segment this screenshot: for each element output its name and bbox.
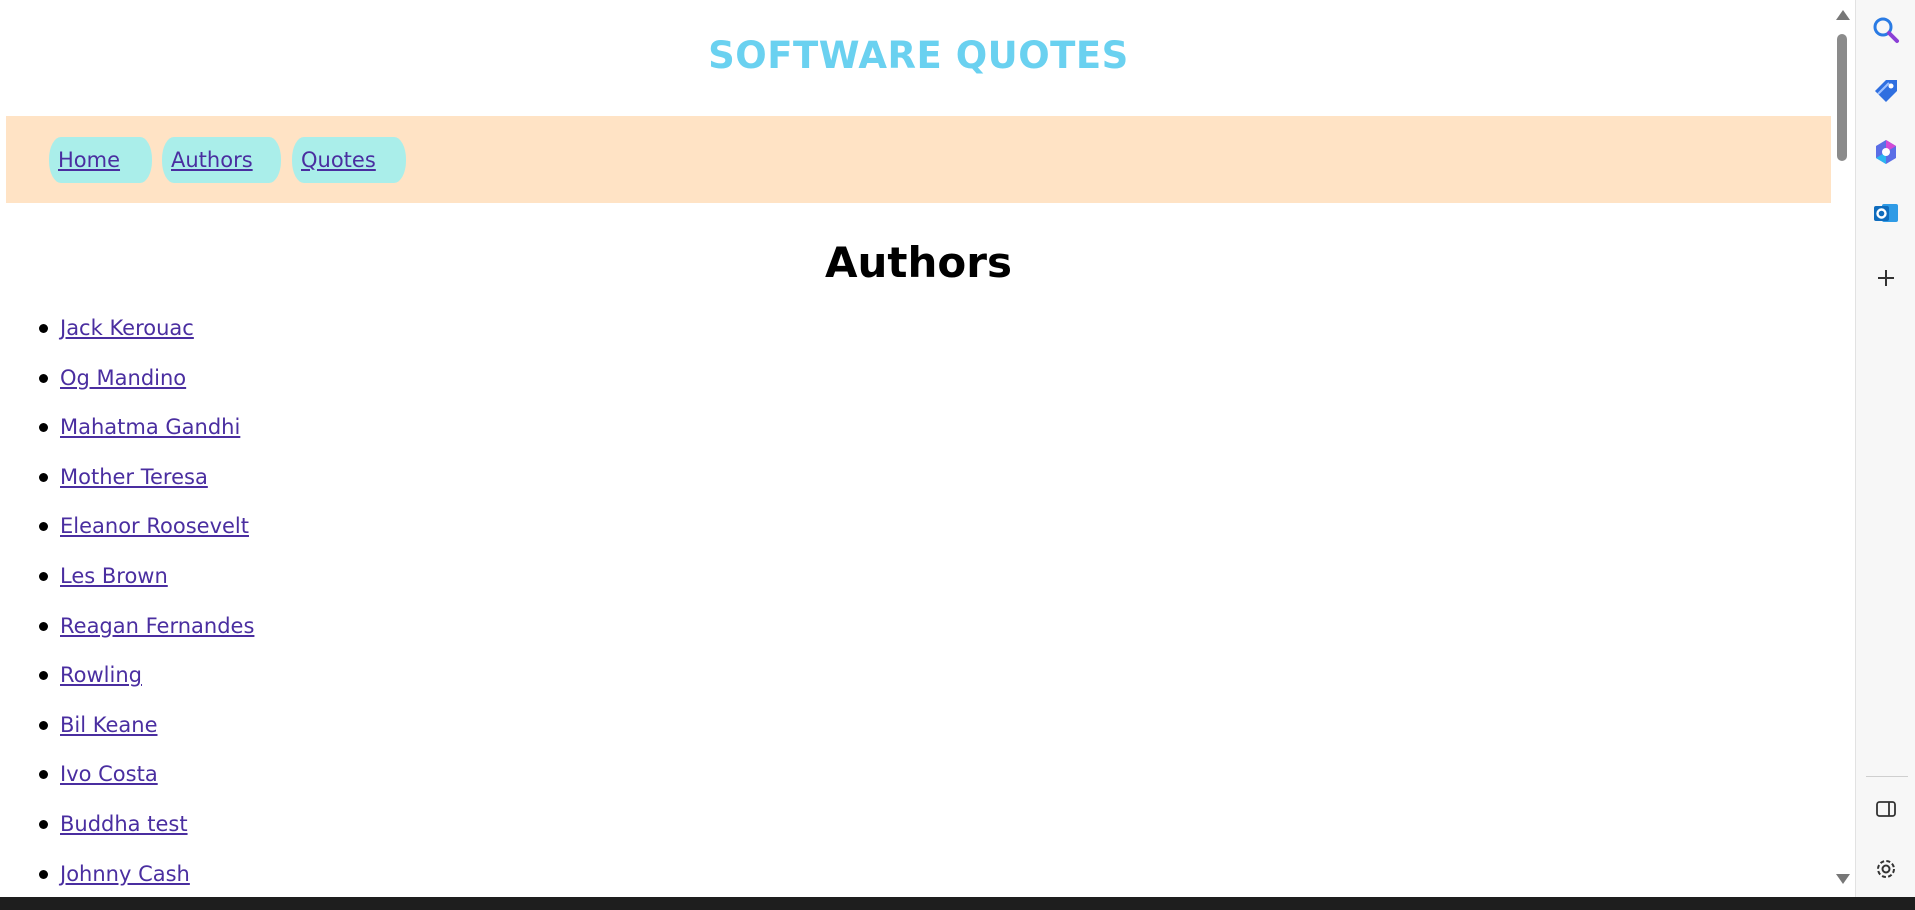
- author-link[interactable]: Les Brown: [60, 560, 168, 592]
- nav-link-home[interactable]: Home: [49, 137, 152, 183]
- sidebar-toggle-icon[interactable]: [1870, 793, 1902, 825]
- add-icon[interactable]: [1870, 262, 1902, 294]
- author-link[interactable]: Bil Keane: [60, 709, 158, 741]
- author-link[interactable]: Mahatma Gandhi: [60, 411, 240, 443]
- bullet: [39, 472, 48, 482]
- scroll-down-arrow[interactable]: [1836, 874, 1850, 884]
- search-icon[interactable]: [1870, 14, 1902, 46]
- nav-link-authors[interactable]: Authors: [162, 137, 281, 183]
- bullet: [39, 770, 48, 780]
- author-link[interactable]: Ivo Costa: [60, 758, 158, 790]
- author-link[interactable]: Rowling: [60, 659, 142, 691]
- browser-sidebar: [1855, 0, 1915, 897]
- bullet: [39, 671, 48, 681]
- bullet: [39, 869, 48, 879]
- bullet: [39, 621, 48, 631]
- nav-link-quotes[interactable]: Quotes: [292, 137, 406, 183]
- author-link[interactable]: Eleanor Roosevelt: [60, 510, 249, 542]
- page-heading: Authors: [825, 238, 1012, 287]
- author-link[interactable]: Jack Kerouac: [60, 312, 194, 344]
- author-link[interactable]: Mother Teresa: [60, 461, 208, 493]
- bullet: [39, 720, 48, 730]
- bullet: [39, 819, 48, 829]
- sidebar-divider: [1866, 776, 1908, 777]
- site-title: SOFTWARE QUOTES: [708, 34, 1129, 77]
- copilot-icon[interactable]: [1870, 136, 1902, 168]
- author-link[interactable]: Buddha test: [60, 808, 188, 840]
- outlook-icon[interactable]: [1870, 197, 1902, 229]
- author-link[interactable]: Og Mandino: [60, 362, 186, 394]
- author-link[interactable]: Johnny Cash: [60, 858, 190, 890]
- bullet: [39, 373, 48, 383]
- settings-icon[interactable]: [1870, 853, 1902, 885]
- bullet: [39, 522, 48, 532]
- bullet: [39, 324, 48, 333]
- page-content: SOFTWARE QUOTES Home Authors Quotes Auth…: [6, 0, 1831, 897]
- nav-bar: Home Authors Quotes: [6, 116, 1831, 203]
- scroll-thumb[interactable]: [1837, 34, 1847, 161]
- bullet: [39, 571, 48, 581]
- vertical-scrollbar[interactable]: [1831, 0, 1853, 897]
- author-link[interactable]: Reagan Fernandes: [60, 610, 254, 642]
- scroll-up-arrow[interactable]: [1836, 10, 1850, 20]
- bullet: [39, 423, 48, 433]
- taskbar-edge: [0, 897, 1915, 910]
- tag-icon[interactable]: [1870, 75, 1902, 107]
